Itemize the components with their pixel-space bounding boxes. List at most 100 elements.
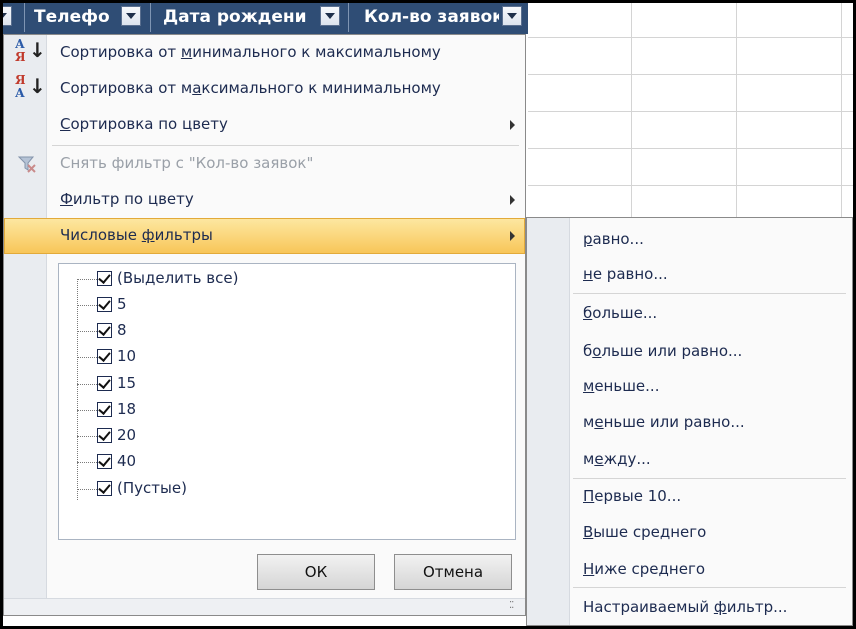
submenu-item-equals[interactable]: равно... — [583, 230, 644, 248]
tree-connector — [77, 462, 97, 463]
menu-item-filter-by-color[interactable]: Фильтр по цвету — [4, 182, 525, 218]
submenu-item-not-equal[interactable]: не равно... — [583, 265, 668, 283]
menu-label-text: ильтры — [154, 226, 213, 244]
column-header-requests-count[interactable]: Кол-во заявок — [364, 3, 499, 31]
requests-count-filter-dropdown-button[interactable] — [502, 6, 522, 26]
menu-item-sort-descending[interactable]: Я А ↓ Сортировка от максимального к минима… — [4, 71, 525, 107]
tree-connector — [77, 357, 97, 358]
accelerator-key: Н — [583, 560, 595, 578]
number-filters-submenu: равно... не равно... больше... больше ил… — [526, 217, 853, 626]
submenu-item-less-than[interactable]: меньше... — [583, 377, 659, 395]
accelerator-key: ф — [141, 226, 155, 244]
menu-label-text: ньше или равно... — [603, 413, 745, 431]
checkbox-checked[interactable] — [97, 297, 112, 312]
accelerator-key: м — [583, 377, 595, 395]
accelerator-key: м — [180, 43, 193, 61]
menu-label-text: ыше среднего — [593, 523, 707, 541]
menu-label-text: жду... — [603, 450, 651, 468]
tree-connector — [77, 305, 97, 306]
menu-label-text: ольше... — [592, 304, 658, 322]
tree-connector — [77, 410, 97, 411]
checkbox-checked[interactable] — [97, 271, 112, 286]
tree-connector — [77, 331, 97, 332]
phone-filter-dropdown-button[interactable] — [121, 6, 141, 26]
accelerator-key: н — [583, 265, 593, 283]
menu-label-text: еньше... — [594, 377, 660, 395]
checkbox-checked[interactable] — [97, 481, 112, 496]
accelerator-key: С — [60, 115, 71, 133]
accelerator-key: б — [583, 304, 593, 322]
cancel-button[interactable]: Отмена — [394, 554, 512, 590]
autofilter-menu: А Я ↓ Сортировка от минимального к максима… — [3, 34, 526, 616]
menu-label-text: м — [583, 413, 595, 431]
menu-label-text: е равно... — [592, 265, 668, 283]
list-item-label: (Выделить все) — [117, 269, 239, 287]
menu-label-text: авно... — [592, 230, 644, 248]
menu-item-sort-ascending[interactable]: А Я ↓ Сортировка от минимального к максима… — [4, 35, 525, 71]
submenu-item-above-average[interactable]: Выше среднего — [583, 523, 706, 541]
list-item-label: 20 — [117, 426, 137, 444]
sort-descending-icon: Я А ↓ — [15, 73, 46, 100]
checkbox-checked[interactable] — [97, 428, 112, 443]
list-item-label: 8 — [117, 321, 127, 339]
list-item-label: 18 — [117, 400, 137, 418]
checkbox-checked[interactable] — [97, 376, 112, 391]
menu-label-text: Числовые — [60, 226, 142, 244]
list-item-label: (Пустые) — [117, 479, 187, 497]
column-separator — [24, 2, 25, 32]
submenu-arrow-icon — [510, 231, 515, 241]
column-separator — [150, 2, 151, 32]
accelerator-key: е — [594, 450, 604, 468]
submenu-item-between[interactable]: между... — [583, 450, 651, 468]
menu-separator — [573, 293, 846, 294]
menu-label-text: м — [583, 450, 595, 468]
accelerator-key: В — [583, 523, 594, 541]
accelerator-key: е — [594, 413, 604, 431]
submenu-arrow-icon — [510, 195, 515, 205]
submenu-item-custom-filter[interactable]: Настраиваемый фильтр... — [583, 598, 787, 616]
menu-label-text: ортировка по цвету — [70, 115, 228, 133]
menu-label-text: Сортировка от — [60, 43, 181, 61]
submenu-item-below-average[interactable]: Ниже среднего — [583, 560, 705, 578]
clear-filter-icon — [17, 156, 36, 173]
checkbox-checked[interactable] — [97, 402, 112, 417]
menu-label-text: Снять фильтр с "Кол-во заявок" — [60, 154, 314, 172]
menu-label-text: ильтр... — [726, 598, 788, 616]
menu-label-text: инимального к максимальному — [192, 43, 441, 61]
menu-item-sort-by-color[interactable]: Сортировка по цвету — [4, 107, 525, 143]
submenu-item-greater-or-equal[interactable]: больше или равно... — [583, 342, 742, 360]
submenu-item-top-10[interactable]: Первые 10... — [583, 487, 681, 505]
accelerator-key: Ф — [60, 190, 73, 208]
tree-connector — [77, 281, 78, 500]
list-item-label: 10 — [117, 347, 137, 365]
menu-label-text: иже среднего — [594, 560, 706, 578]
sort-ascending-icon: А Я ↓ — [15, 37, 46, 64]
submenu-item-greater-than[interactable]: больше... — [583, 304, 657, 322]
menu-separator — [573, 587, 846, 588]
column-header-row: Телефо Дата рождени Кол-во заявок — [0, 0, 528, 34]
menu-label-text: ильтр по цвету — [72, 190, 194, 208]
checkbox-checked[interactable] — [97, 454, 112, 469]
column-header-birthdate[interactable]: Дата рождени — [163, 3, 317, 31]
menu-icon-gutter — [527, 218, 570, 625]
checkbox-checked[interactable] — [97, 323, 112, 338]
checkbox-checked[interactable] — [97, 349, 112, 364]
column-header-phone[interactable]: Телефо — [34, 3, 116, 31]
menu-item-number-filters[interactable]: Числовые фильтры — [4, 218, 525, 254]
tree-connector — [77, 489, 97, 490]
ok-button[interactable]: ОК — [257, 554, 375, 590]
list-item-label: 40 — [117, 452, 137, 470]
resize-grip-icon[interactable]: ⁚⁚ — [509, 601, 519, 611]
menu-label-text: б — [583, 342, 593, 360]
list-item-label: 15 — [117, 374, 137, 392]
filter-values-list[interactable]: (Выделить все) 5 8 10 15 18 20 40 (Пусты… — [58, 263, 516, 540]
tree-connector — [77, 384, 97, 385]
menu-label-text: ервые 10... — [594, 487, 682, 505]
column-filter-dropdown-button[interactable] — [0, 6, 12, 26]
column-separator — [348, 2, 349, 32]
submenu-item-less-or-equal[interactable]: меньше или равно... — [583, 413, 745, 431]
birthdate-filter-dropdown-button[interactable] — [320, 6, 340, 26]
menu-footer: ⁚⁚ — [4, 598, 525, 615]
accelerator-key: р — [583, 230, 593, 248]
menu-item-clear-filter: Снять фильтр с "Кол-во заявок" — [4, 146, 525, 182]
